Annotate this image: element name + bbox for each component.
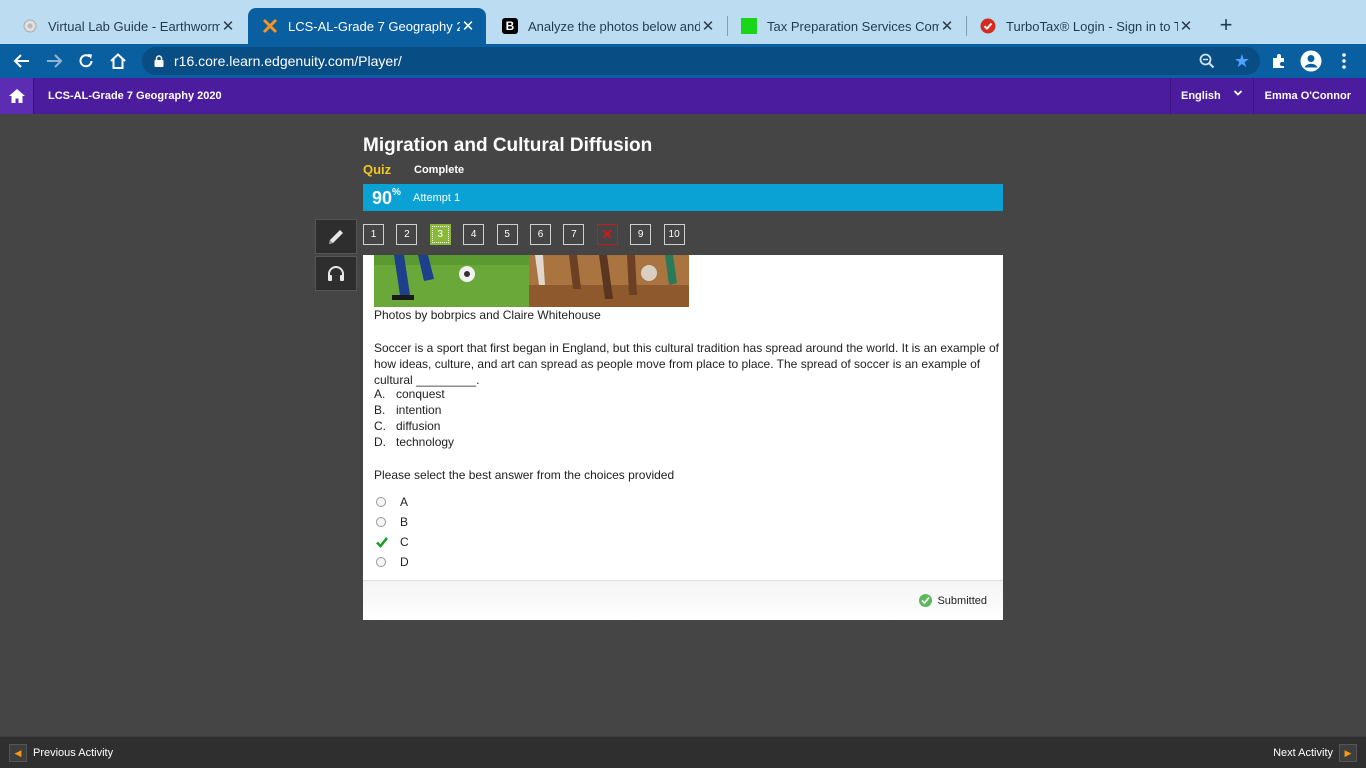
browser-tab-tax[interactable]: Tax Preparation Services Comp ✕ [727, 8, 965, 44]
browser-toolbar: r16.core.learn.edgenuity.com/Player/ ★ [0, 44, 1366, 78]
activity-type: Quiz [363, 162, 392, 177]
browser-tab-brainly[interactable]: B Analyze the photos below and ✕ [488, 8, 726, 44]
brainly-icon: B [502, 18, 518, 34]
home-button[interactable] [0, 78, 34, 114]
answer-prompt: Please select the best answer from the c… [374, 468, 675, 482]
lock-icon [154, 55, 164, 67]
kebab-menu-icon[interactable] [1332, 49, 1356, 73]
url-text: r16.core.learn.edgenuity.com/Player/ [174, 53, 402, 69]
question-number-button[interactable]: 1 [363, 224, 384, 245]
photo-caption: Photos by bobrpics and Claire Whitehouse [374, 308, 601, 322]
activity-status: Complete [414, 164, 465, 176]
user-name[interactable]: Emma O'Connor [1265, 90, 1351, 102]
tab-title: Tax Preparation Services Comp [767, 18, 939, 34]
forward-arrow-icon[interactable] [42, 49, 66, 73]
answer-choice: C. diffusion [374, 419, 441, 433]
question-number-button[interactable]: 2 [396, 224, 418, 245]
question-footer: Submitted [363, 580, 1003, 620]
radio-button[interactable] [376, 557, 386, 567]
language-label: English [1181, 90, 1221, 102]
close-icon[interactable]: ✕ [460, 17, 476, 35]
arrow-left-icon: ◀ [9, 744, 27, 762]
close-icon[interactable]: ✕ [700, 17, 716, 35]
audio-tool-button[interactable] [315, 256, 357, 291]
app-header: LCS-AL-Grade 7 Geography 2020 English Em… [0, 78, 1366, 114]
language-select[interactable]: English [1170, 78, 1254, 114]
next-activity-button[interactable]: Next Activity ▶ [1273, 744, 1357, 762]
browser-tab-strip: Virtual Lab Guide - Earthworm ✕ LCS-AL-G… [0, 0, 1366, 44]
green-square-icon [741, 18, 757, 34]
tool-palette [315, 219, 357, 292]
soccer-photo-2 [529, 255, 689, 307]
close-icon[interactable]: ✕ [220, 17, 236, 35]
extensions-puzzle-icon[interactable] [1267, 49, 1291, 73]
turbotax-check-icon [980, 18, 996, 34]
browser-tab-edgenuity[interactable]: LCS-AL-Grade 7 Geography 2020 ✕ [248, 8, 486, 44]
house-icon [8, 89, 25, 103]
arrow-right-icon: ▶ [1339, 744, 1357, 762]
soccer-photo-1 [374, 255, 529, 307]
edgenuity-icon [262, 18, 278, 34]
course-title: LCS-AL-Grade 7 Geography 2020 [48, 90, 222, 102]
headphones-icon [328, 265, 344, 281]
pencil-tool-button[interactable] [315, 219, 357, 254]
answer-choice: D. technology [374, 435, 455, 449]
question-text: Soccer is a sport that first began in En… [374, 341, 1000, 387]
back-arrow-icon[interactable] [10, 49, 34, 73]
score-bar: 90% Attempt 1 [363, 184, 1003, 211]
bookmark-star-icon[interactable]: ★ [1234, 51, 1250, 72]
zoom-icon[interactable] [1198, 52, 1216, 70]
tab-title: LCS-AL-Grade 7 Geography 2020 [288, 18, 460, 34]
radio-option-d[interactable]: D [376, 554, 409, 570]
radio-option-c[interactable]: C [376, 534, 409, 550]
chevron-down-icon [1233, 88, 1243, 101]
attempt-label: Attempt 1 [413, 192, 461, 204]
home-icon[interactable] [106, 49, 130, 73]
radio-option-a[interactable]: A [376, 494, 408, 510]
close-icon[interactable]: ✕ [1178, 17, 1194, 35]
submitted-status: Submitted [919, 594, 987, 607]
activity-nav-bar: ◀ Previous Activity Next Activity ▶ [0, 736, 1366, 768]
browser-tab-virtual-lab[interactable]: Virtual Lab Guide - Earthworm ✕ [8, 8, 246, 44]
question-number-button[interactable]: 4 [463, 224, 485, 245]
question-number-button[interactable]: 10 [663, 224, 685, 245]
answer-choice: B. intention [374, 403, 442, 417]
question-number-button[interactable]: 7 [563, 224, 585, 245]
radio-button[interactable] [376, 517, 386, 527]
close-icon[interactable]: ✕ [939, 17, 955, 35]
question-number-button[interactable]: 9 [630, 224, 652, 245]
question-number-button[interactable]: 3 [429, 224, 451, 245]
tab-title: Analyze the photos below and [528, 18, 700, 34]
correct-check-icon [376, 537, 388, 548]
question-number-button[interactable]: ✕ [596, 224, 618, 245]
new-tab-plus-icon[interactable]: + [1214, 14, 1238, 38]
question-number-button[interactable]: 6 [530, 224, 551, 245]
activity-title: Migration and Cultural Diffusion [363, 135, 653, 156]
reload-icon[interactable] [74, 49, 98, 73]
pencil-icon [329, 229, 343, 244]
submitted-check-icon [919, 594, 933, 607]
previous-activity-button[interactable]: ◀ Previous Activity [9, 744, 113, 762]
answer-choice: A. conquest [374, 387, 445, 401]
profile-avatar-icon[interactable] [1299, 49, 1323, 73]
radio-option-b[interactable]: B [376, 514, 408, 530]
tab-title: Virtual Lab Guide - Earthworm [48, 18, 220, 34]
score-percent: 90% [372, 187, 401, 208]
question-panel: Photos by bobrpics and Claire Whitehouse… [363, 255, 1003, 580]
question-number-button[interactable]: 5 [496, 224, 518, 245]
address-bar[interactable]: r16.core.learn.edgenuity.com/Player/ ★ [142, 47, 1260, 75]
browser-tab-turbotax[interactable]: TurboTax® Login - Sign in to Tu ✕ [966, 8, 1204, 44]
radio-button[interactable] [376, 497, 386, 507]
chrome-globe-icon [22, 18, 38, 34]
tab-title: TurboTax® Login - Sign in to Tu [1006, 18, 1178, 34]
